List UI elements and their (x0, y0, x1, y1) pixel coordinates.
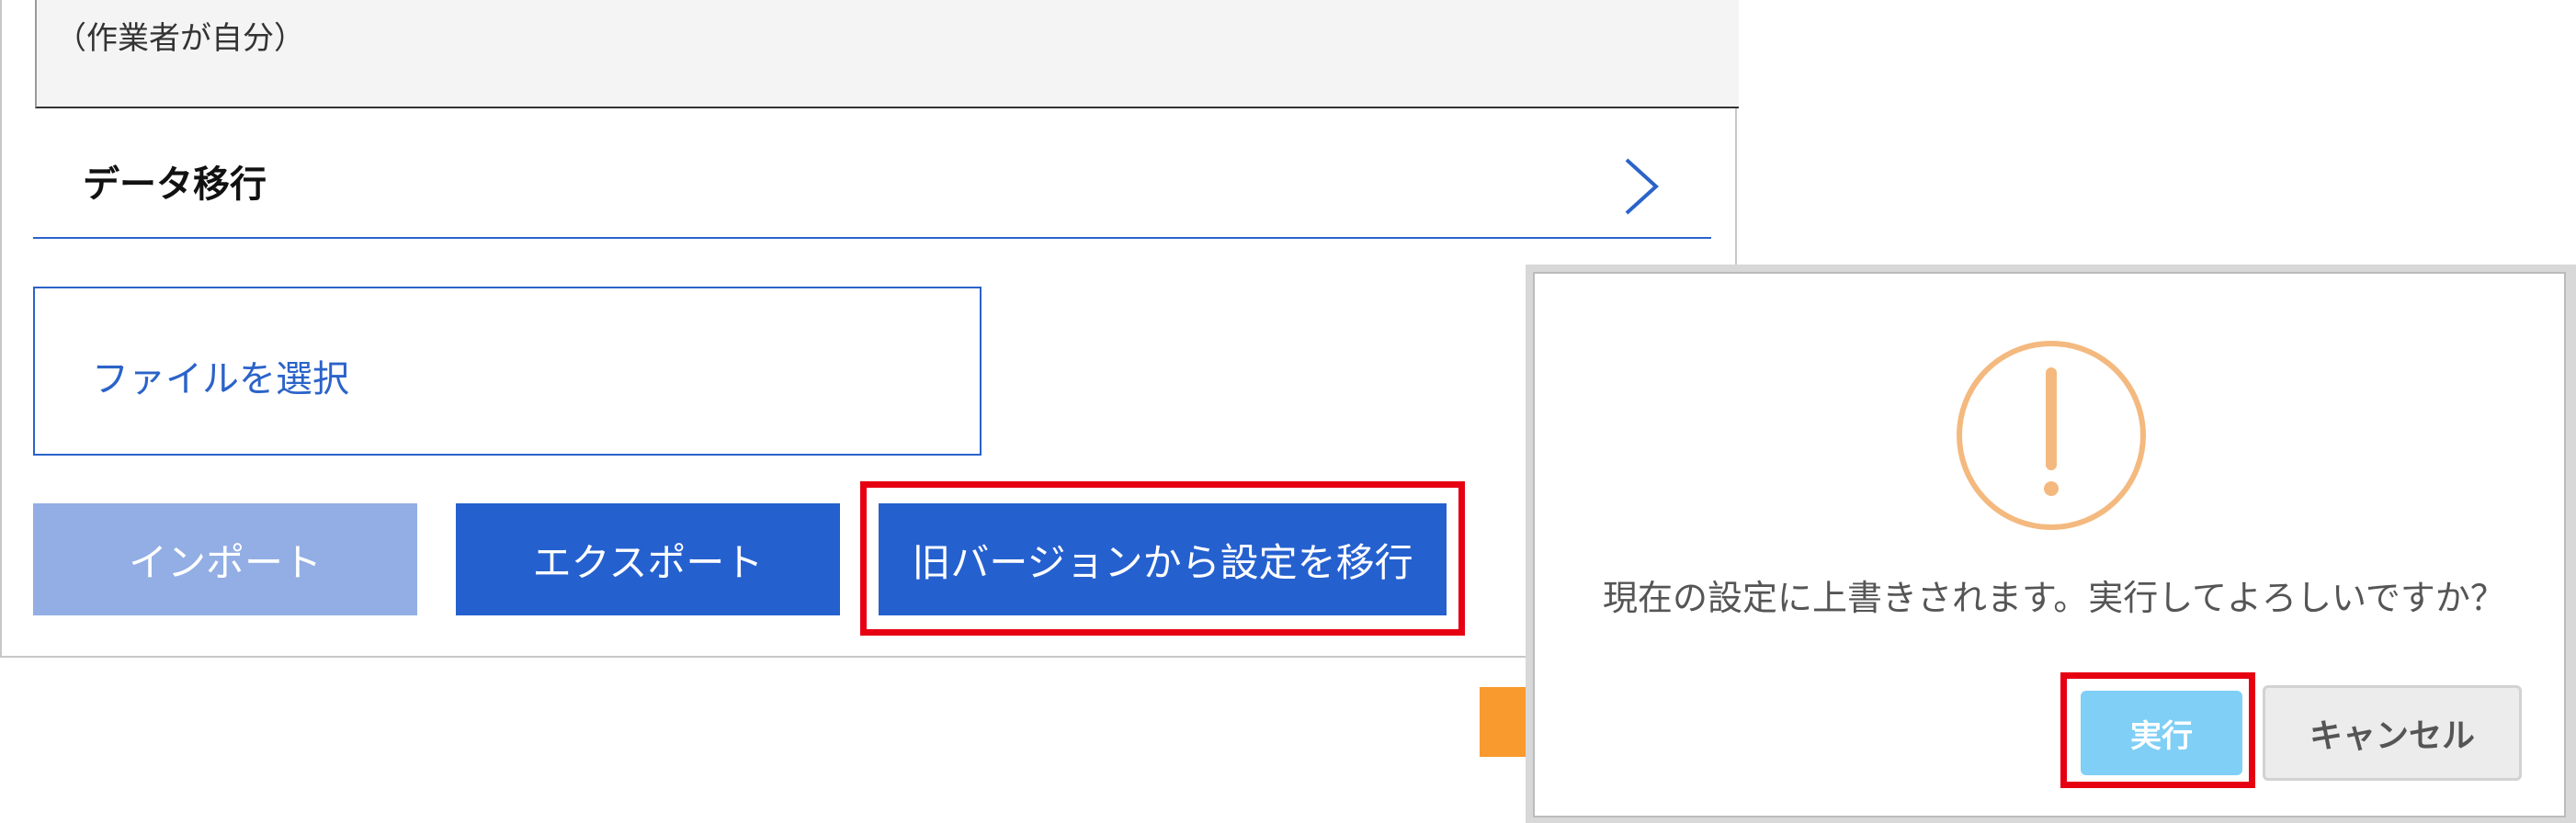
highlight-box-execute (2060, 672, 2255, 788)
cancel-button[interactable]: キャンセル (2263, 685, 2522, 781)
highlight-box-migrate (860, 481, 1465, 636)
exclamation-circle-icon (1957, 341, 2146, 530)
dialog-message: 現在の設定に上書きされます。実行してよろしいですか？ (1603, 578, 2505, 618)
file-select-label: ファイルを選択 (92, 358, 349, 400)
export-button[interactable]: エクスポート (456, 503, 840, 615)
file-select-button[interactable]: ファイルを選択 (33, 287, 982, 456)
worker-note-text: （作業者が自分） (55, 20, 305, 57)
data-migration-section[interactable]: データ移行 (33, 110, 1711, 239)
section-title: データ移行 (83, 163, 267, 206)
import-button[interactable]: インポート (33, 503, 417, 615)
chevron-right-icon (1625, 158, 1659, 215)
